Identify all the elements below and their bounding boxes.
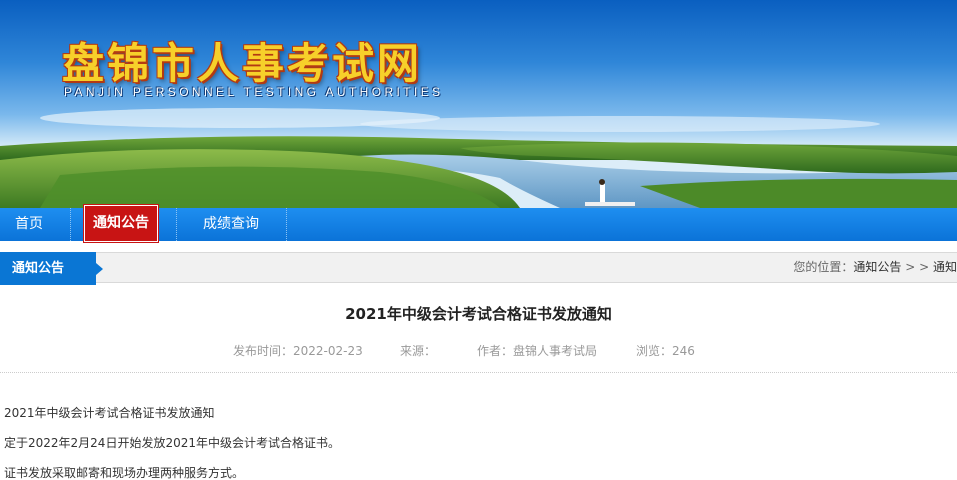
section-header: 通知公告 您的位置：通知公告 > > 通知	[0, 252, 957, 285]
article-paragraph: 证书发放采取邮寄和现场办理两种服务方式。	[4, 466, 245, 480]
breadcrumb-prefix: 您的位置：	[793, 260, 854, 274]
site-logo-subtitle: PANJIN PERSONNEL TESTING AUTHORITIES	[64, 85, 444, 99]
nav-divider	[70, 208, 71, 241]
article-paragraph: 定于2022年2月24日开始发放2021年中级会计考试合格证书。	[4, 436, 340, 450]
nav-item-home[interactable]: 首页	[0, 208, 58, 241]
breadcrumb-link-current[interactable]: 通知	[933, 260, 957, 274]
article-paragraph: 2021年中级会计考试合格证书发放通知	[4, 406, 215, 420]
nav-item-notices[interactable]: 通知公告	[83, 204, 159, 243]
header-banner: 盘锦市人事考试网 PANJIN PERSONNEL TESTING AUTHOR…	[0, 0, 957, 208]
article-source: 来源：	[400, 344, 437, 358]
nav-item-score-query[interactable]: 成绩查询	[188, 208, 274, 241]
site-logo-title: 盘锦市人事考试网	[62, 39, 423, 88]
nav-divider	[286, 208, 287, 241]
article-author: 作者：盘锦人事考试局	[477, 344, 598, 358]
publish-date: 发布时间：2022-02-23	[233, 344, 363, 358]
breadcrumb: 您的位置：通知公告 > > 通知	[793, 253, 957, 282]
main-nav: 首页 通知公告 成绩查询	[0, 204, 957, 243]
breadcrumb-link-notices[interactable]: 通知公告	[853, 260, 901, 274]
breadcrumb-separator: > >	[901, 260, 933, 274]
section-tab-notices[interactable]: 通知公告	[0, 252, 103, 285]
article-title: 2021年中级会计考试合格证书发放通知	[345, 305, 612, 323]
nav-divider	[176, 208, 177, 241]
content-divider	[0, 372, 957, 373]
view-count: 浏览：246	[636, 344, 695, 358]
article-meta: 发布时间：2022-02-23 来源： 作者：盘锦人事考试局 浏览：246	[0, 342, 957, 358]
